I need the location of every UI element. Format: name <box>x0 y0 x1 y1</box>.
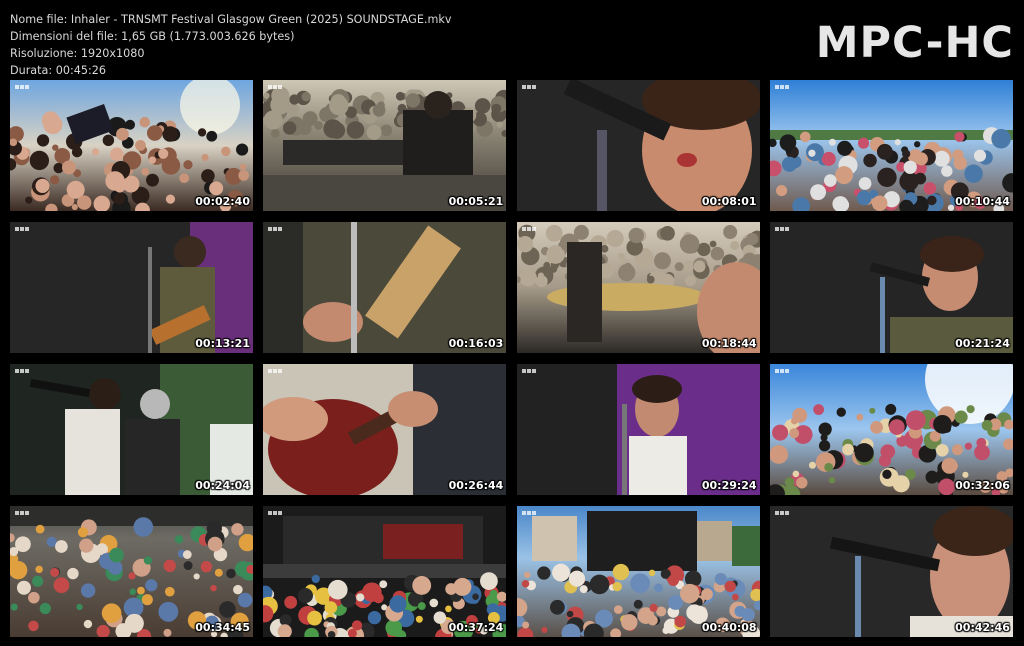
resolution: Risoluzione: 1920x1080 <box>10 47 145 60</box>
thumbnail-image <box>263 364 507 495</box>
thumbnail-image <box>769 506 1013 637</box>
broadcaster-logo-icon <box>268 227 283 231</box>
thumbnail-image <box>769 222 1013 353</box>
video-thumbnail: 00:37:24 <box>263 506 507 637</box>
video-thumbnail: 00:18:44 <box>516 222 760 353</box>
thumbnail-image <box>516 222 760 353</box>
duration: Durata: 00:45:26 <box>10 64 106 77</box>
video-thumbnail: 00:10:44 <box>769 80 1013 211</box>
video-thumbnail: 00:13:21 <box>10 222 253 353</box>
thumbnail-timestamp: 00:24:04 <box>195 479 250 492</box>
video-thumbnail: 00:02:40 <box>10 80 253 211</box>
video-thumbnail: 00:26:44 <box>263 364 507 495</box>
broadcaster-logo-icon <box>15 227 29 231</box>
video-thumbnail: 00:29:24 <box>516 364 760 495</box>
thumbnail-timestamp: 00:40:08 <box>701 621 757 634</box>
thumbnail-timestamp: 00:37:24 <box>448 621 504 634</box>
thumbnail-timestamp: 00:32:06 <box>955 479 1010 492</box>
file-name: Nome file: Inhaler - TRNSMT Festival Gla… <box>10 13 452 26</box>
thumbnail-timestamp: 00:29:24 <box>701 479 757 492</box>
thumbnail-timestamp: 00:05:21 <box>448 195 504 208</box>
broadcaster-logo-icon <box>521 85 536 89</box>
thumbnail-image <box>769 80 1013 211</box>
thumbnail-timestamp: 00:42:46 <box>955 621 1010 634</box>
thumbnail-image <box>10 80 253 211</box>
thumbnail-timestamp: 00:26:44 <box>448 479 504 492</box>
video-thumbnail: 00:24:04 <box>10 364 253 495</box>
thumbnail-image <box>263 506 507 637</box>
broadcaster-logo-icon <box>268 511 283 515</box>
broadcaster-logo-icon <box>774 511 789 515</box>
thumbnail-image <box>769 364 1013 495</box>
thumbnail-image <box>516 364 760 495</box>
mpc-hc-logo: MPC-HC <box>815 18 1014 68</box>
thumbnail-timestamp: 00:08:01 <box>701 195 757 208</box>
thumbnail-sheet: Nome file: Inhaler - TRNSMT Festival Gla… <box>0 0 1024 646</box>
broadcaster-logo-icon <box>15 369 29 373</box>
broadcaster-logo-icon <box>521 511 536 515</box>
thumbnail-image <box>263 222 507 353</box>
video-thumbnail: 00:21:24 <box>769 222 1013 353</box>
broadcaster-logo-icon <box>774 85 789 89</box>
thumbnail-image <box>516 506 760 637</box>
broadcaster-logo-icon <box>774 369 789 373</box>
broadcaster-logo-icon <box>774 227 789 231</box>
thumbnail-image <box>10 506 253 637</box>
video-thumbnail: 00:32:06 <box>769 364 1013 495</box>
video-thumbnail: 00:16:03 <box>263 222 507 353</box>
video-thumbnail: 00:08:01 <box>516 80 760 211</box>
broadcaster-logo-icon <box>268 369 283 373</box>
thumbnail-timestamp: 00:21:24 <box>955 337 1010 350</box>
thumbnail-image <box>10 222 253 353</box>
thumbnail-grid: 00:02:40 00:05:21 00:08:01 00:10:44 00:13:21… <box>10 80 1014 637</box>
broadcaster-logo-icon <box>268 85 283 89</box>
broadcaster-logo-icon <box>521 369 536 373</box>
thumbnail-image <box>516 80 760 211</box>
thumbnail-image <box>10 364 253 495</box>
thumbnail-timestamp: 00:02:40 <box>195 195 250 208</box>
thumbnail-image <box>263 80 507 211</box>
thumbnail-timestamp: 00:18:44 <box>701 337 757 350</box>
file-info: Nome file: Inhaler - TRNSMT Festival Gla… <box>10 11 451 79</box>
thumbnail-timestamp: 00:16:03 <box>448 337 504 350</box>
video-thumbnail: 00:34:45 <box>10 506 253 637</box>
thumbnail-timestamp: 00:34:45 <box>195 621 250 634</box>
broadcaster-logo-icon <box>15 511 29 515</box>
broadcaster-logo-icon <box>521 227 536 231</box>
video-thumbnail: 00:42:46 <box>769 506 1013 637</box>
file-size: Dimensioni del file: 1,65 GB (1.773.003.… <box>10 30 295 43</box>
thumbnail-timestamp: 00:13:21 <box>195 337 250 350</box>
video-thumbnail: 00:40:08 <box>516 506 760 637</box>
video-thumbnail: 00:05:21 <box>263 80 507 211</box>
broadcaster-logo-icon <box>15 85 29 89</box>
thumbnail-timestamp: 00:10:44 <box>955 195 1010 208</box>
